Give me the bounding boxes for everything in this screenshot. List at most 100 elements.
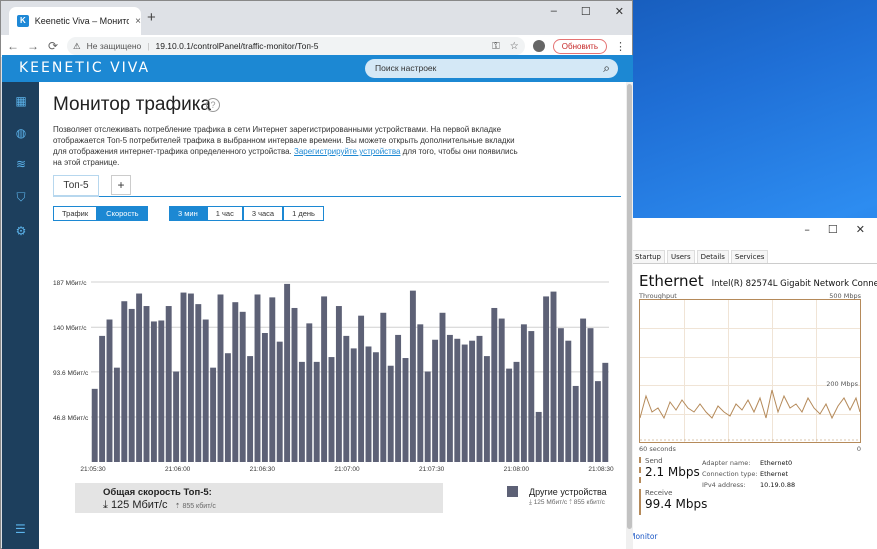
chart-bar[interactable]: [284, 283, 291, 462]
chart-bar[interactable]: [417, 324, 424, 462]
chart-bar[interactable]: [520, 324, 527, 462]
keenetic-logo[interactable]: KEENETIC VIVA: [19, 60, 150, 76]
chart-bar[interactable]: [557, 328, 564, 462]
chart-bar[interactable]: [180, 292, 187, 462]
chart-bar[interactable]: [432, 339, 439, 462]
chart-bar[interactable]: [106, 319, 113, 462]
chart-bar[interactable]: [217, 294, 224, 462]
chart-bar[interactable]: [150, 321, 157, 462]
chart-bar[interactable]: [550, 291, 557, 462]
chart-bar[interactable]: [483, 356, 490, 462]
wifi-icon[interactable]: ≋: [14, 157, 28, 171]
chart-bar[interactable]: [476, 335, 483, 462]
chart-bar[interactable]: [232, 302, 239, 462]
chart-bar[interactable]: [513, 361, 520, 462]
chart-bar[interactable]: [469, 340, 476, 462]
gear-icon[interactable]: ⚙: [14, 224, 28, 238]
chart-bar[interactable]: [572, 385, 579, 462]
chart-bar[interactable]: [380, 312, 387, 462]
minimize-button[interactable]: –: [551, 5, 557, 18]
chart-bar[interactable]: [187, 293, 194, 462]
chart-bar[interactable]: [202, 319, 209, 462]
chart-bar[interactable]: [350, 348, 357, 462]
resource-monitor-link[interactable]: Monitor: [629, 532, 658, 541]
chart-bar[interactable]: [195, 304, 202, 462]
chart-bar[interactable]: [580, 318, 587, 462]
range-1day[interactable]: 1 день: [283, 206, 324, 221]
chart-bar[interactable]: [91, 388, 98, 462]
chart-bar[interactable]: [328, 357, 335, 462]
tab-top5[interactable]: Топ-5: [53, 175, 99, 197]
tab-startup[interactable]: Startup: [631, 250, 665, 263]
chart-bar[interactable]: [113, 367, 120, 462]
browser-tab[interactable]: K Keenetic Viva – Монитор трафика ×: [9, 7, 141, 35]
chart-bar[interactable]: [439, 312, 446, 462]
chart-bar[interactable]: [587, 328, 594, 462]
chart-bar[interactable]: [424, 371, 431, 462]
chart-bar[interactable]: [372, 352, 379, 462]
back-icon[interactable]: ←: [7, 39, 19, 53]
url-text[interactable]: 19.10.0.1/controlPanel/traffic-monitor/Т…: [155, 41, 318, 51]
new-tab-button[interactable]: +: [147, 9, 156, 26]
chart-bar[interactable]: [158, 320, 165, 462]
chart-bar[interactable]: [402, 358, 409, 462]
chart-bar[interactable]: [254, 294, 261, 462]
settings-search-input[interactable]: Поиск настроек ⌕: [365, 59, 618, 78]
maximize-button[interactable]: ☐: [581, 5, 591, 18]
chart-bar[interactable]: [491, 307, 498, 462]
chart-bar[interactable]: [454, 338, 461, 462]
chart-bar[interactable]: [173, 371, 180, 462]
chart-bar[interactable]: [395, 334, 402, 462]
dashboard-icon[interactable]: ▦: [14, 94, 28, 108]
scrollbar-thumb[interactable]: [627, 84, 632, 529]
chart-bar[interactable]: [276, 341, 283, 462]
maximize-button[interactable]: ☐: [828, 223, 838, 236]
minimize-button[interactable]: –: [804, 223, 810, 236]
search-icon[interactable]: ⌕: [603, 59, 610, 78]
chart-bar[interactable]: [291, 307, 298, 462]
chart-bar[interactable]: [239, 311, 246, 462]
chart-bar[interactable]: [210, 367, 217, 462]
chart-bar[interactable]: [594, 381, 601, 462]
chart-bar[interactable]: [313, 361, 320, 462]
chart-bar[interactable]: [461, 344, 468, 462]
shield-icon[interactable]: ⛉: [14, 190, 28, 204]
hamburger-icon[interactable]: ☰: [15, 522, 26, 536]
star-icon[interactable]: ☆: [510, 41, 519, 52]
page-scrollbar[interactable]: [626, 82, 633, 549]
chart-bar[interactable]: [321, 296, 328, 462]
chart-bar[interactable]: [498, 318, 505, 462]
chart-bar[interactable]: [409, 290, 416, 462]
warning-icon[interactable]: ⚠: [73, 41, 81, 52]
chart-bar[interactable]: [136, 293, 143, 462]
chart-bar[interactable]: [358, 315, 365, 462]
forward-icon[interactable]: →: [27, 39, 39, 53]
chart-bar[interactable]: [602, 362, 609, 462]
chart-bar[interactable]: [565, 340, 572, 462]
chart-bar[interactable]: [446, 334, 453, 462]
chart-bar[interactable]: [269, 297, 276, 462]
address-bar[interactable]: ⚠ Не защищено | 19.10.0.1/controlPanel/t…: [67, 37, 525, 55]
chart-bar[interactable]: [261, 333, 268, 462]
chart-bar[interactable]: [99, 335, 106, 462]
key-icon[interactable]: ⚿: [492, 41, 500, 52]
profile-avatar-icon[interactable]: [532, 40, 545, 52]
chart-bar[interactable]: [543, 296, 550, 462]
register-devices-link[interactable]: Зарегистрируйте устройства: [294, 147, 400, 156]
chart-bar[interactable]: [387, 365, 394, 462]
range-1hour[interactable]: 1 час: [206, 206, 243, 221]
chart-bar[interactable]: [224, 353, 231, 462]
chart-bar[interactable]: [306, 323, 313, 462]
chart-bar[interactable]: [128, 308, 135, 462]
traffic-toggle[interactable]: Трафик: [53, 206, 98, 221]
add-tab-button[interactable]: +: [111, 175, 131, 195]
menu-icon[interactable]: ⋮: [615, 40, 626, 53]
chart-bar[interactable]: [247, 356, 254, 462]
tab-services[interactable]: Services: [730, 250, 769, 263]
tab-details[interactable]: Details: [696, 250, 729, 263]
chart-bar[interactable]: [535, 411, 542, 462]
range-3min[interactable]: 3 мин: [169, 206, 207, 221]
chart-bar[interactable]: [165, 306, 172, 462]
range-3hours[interactable]: 3 часа: [242, 206, 284, 221]
chart-bar[interactable]: [506, 368, 513, 462]
